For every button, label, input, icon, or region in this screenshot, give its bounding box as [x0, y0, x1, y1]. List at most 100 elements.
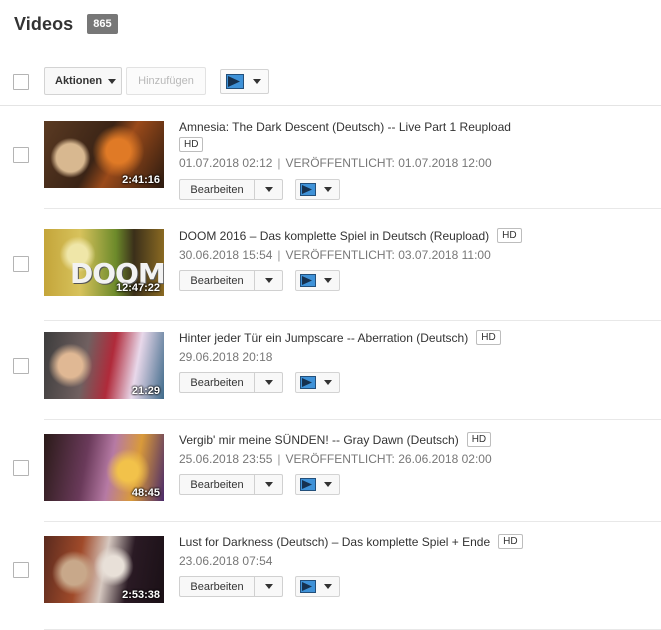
video-title-line: Vergib' mir meine SÜNDEN! -- Gray Dawn (… — [179, 432, 492, 447]
upload-date: 01.07.2018 02:12 — [179, 156, 273, 170]
chevron-down-icon[interactable] — [265, 584, 273, 589]
chevron-down-icon[interactable] — [265, 380, 273, 385]
playlist-add-icon — [300, 376, 316, 389]
add-to-playlist-button[interactable] — [295, 474, 340, 495]
actions-label: Aktionen — [55, 75, 103, 87]
chevron-down-icon[interactable] — [265, 187, 273, 192]
hd-badge: HD — [497, 228, 522, 243]
published-date: VERÖFFENTLICHT: 01.07.2018 12:00 — [285, 156, 492, 170]
upload-date: 25.06.2018 23:55 — [179, 452, 273, 466]
video-row: DOOM 12:47:22 DOOM 2016 – Das komplette … — [0, 214, 661, 321]
add-to-playlist-button[interactable] — [295, 179, 340, 200]
select-all-checkbox[interactable] — [13, 74, 29, 90]
button-divider — [254, 373, 255, 392]
video-row: 21:29 Hinter jeder Tür ein Jumpscare -- … — [0, 318, 661, 420]
video-row: 48:45 Vergib' mir meine SÜNDEN! -- Gray … — [0, 420, 661, 522]
chevron-down-icon[interactable] — [265, 482, 273, 487]
video-thumbnail[interactable]: 48:45 — [44, 434, 164, 501]
hd-badge: HD — [179, 137, 204, 152]
video-thumbnail[interactable]: DOOM 12:47:22 — [44, 229, 164, 296]
video-title-link[interactable]: Lust for Darkness (Deutsch) – Das komple… — [179, 535, 490, 549]
toolbar: Aktionen Hinzufügen — [0, 66, 661, 106]
edit-button[interactable]: Bearbeiten — [179, 179, 283, 200]
button-divider — [254, 180, 255, 199]
playlist-add-icon — [226, 74, 244, 89]
hd-badge: HD — [466, 432, 492, 447]
chevron-down-icon — [324, 278, 332, 283]
page-title: Videos — [14, 13, 74, 34]
video-thumbnail[interactable]: 2:41:16 — [44, 121, 164, 188]
chevron-down-icon — [324, 380, 332, 385]
video-checkbox[interactable] — [13, 256, 29, 272]
playlist-add-icon — [300, 478, 316, 491]
edit-label: Bearbeiten — [190, 183, 244, 196]
video-thumbnail[interactable]: 21:29 — [44, 332, 164, 399]
video-title-line: Hinter jeder Tür ein Jumpscare -- Aberra… — [179, 330, 501, 345]
playlist-dropdown-button[interactable] — [220, 69, 269, 94]
edit-button[interactable]: Bearbeiten — [179, 270, 283, 291]
meta-separator: | — [277, 156, 281, 170]
video-duration: 48:45 — [131, 487, 160, 499]
video-checkbox[interactable] — [13, 147, 29, 163]
edit-label: Bearbeiten — [190, 274, 244, 287]
hd-badge: HD — [498, 534, 523, 549]
edit-button[interactable]: Bearbeiten — [179, 372, 283, 393]
chevron-down-icon — [253, 79, 261, 84]
video-meta: 23.06.2018 07:54 — [179, 554, 272, 568]
published-date: VERÖFFENTLICHT: 26.06.2018 02:00 — [285, 452, 492, 466]
page-header: Videos 865 — [14, 10, 118, 38]
video-row: 2:41:16 Amnesia: The Dark Descent (Deuts… — [0, 107, 661, 209]
video-thumbnail[interactable]: 2:53:38 — [44, 536, 164, 603]
edit-label: Bearbeiten — [190, 580, 244, 593]
video-title-link[interactable]: DOOM 2016 – Das komplette Spiel in Deuts… — [179, 229, 489, 243]
upload-date: 29.06.2018 20:18 — [179, 350, 273, 364]
video-title-link[interactable]: Amnesia: The Dark Descent (Deutsch) -- L… — [179, 120, 511, 134]
button-divider — [254, 271, 255, 290]
chevron-down-icon — [324, 584, 332, 589]
edit-label: Bearbeiten — [190, 478, 244, 491]
video-meta: 25.06.2018 23:55 | VERÖFFENTLICHT: 26.06.2… — [179, 452, 492, 466]
video-meta: 01.07.2018 02:12 | VERÖFFENTLICHT: 01.07.2… — [179, 156, 492, 170]
add-to-playlist-button[interactable] — [295, 372, 340, 393]
hd-badge: HD — [476, 330, 501, 345]
meta-separator: | — [277, 452, 281, 466]
video-title-link[interactable]: Vergib' mir meine SÜNDEN! -- Gray Dawn (… — [179, 433, 459, 447]
edit-button[interactable]: Bearbeiten — [179, 576, 283, 597]
video-checkbox[interactable] — [13, 562, 29, 578]
row-divider — [44, 208, 661, 209]
playlist-add-icon — [300, 183, 316, 196]
video-checkbox[interactable] — [13, 460, 29, 476]
actions-dropdown-button[interactable]: Aktionen — [44, 67, 122, 95]
add-button[interactable]: Hinzufügen — [126, 67, 206, 95]
chevron-down-icon — [324, 187, 332, 192]
add-to-playlist-button[interactable] — [295, 270, 340, 291]
video-row: 2:53:38 Lust for Darkness (Deutsch) – Da… — [0, 522, 661, 630]
add-label: Hinzufügen — [138, 75, 194, 87]
button-divider — [254, 475, 255, 494]
video-title-line: DOOM 2016 – Das komplette Spiel in Deuts… — [179, 228, 522, 243]
published-date: VERÖFFENTLICHT: 03.07.2018 11:00 — [285, 248, 491, 262]
button-divider — [254, 577, 255, 596]
video-duration: 2:41:16 — [122, 174, 160, 186]
playlist-add-icon — [300, 580, 316, 593]
video-title-line: Lust for Darkness (Deutsch) – Das komple… — [179, 534, 523, 549]
video-count-badge: 865 — [87, 14, 118, 34]
video-title-link[interactable]: Hinter jeder Tür ein Jumpscare -- Aberra… — [179, 331, 468, 345]
add-to-playlist-button[interactable] — [295, 576, 340, 597]
chevron-down-icon[interactable] — [265, 278, 273, 283]
video-meta: 29.06.2018 20:18 — [179, 350, 272, 364]
video-duration: 12:47:22 — [115, 282, 160, 294]
video-duration: 2:53:38 — [122, 589, 160, 601]
video-title-line: Amnesia: The Dark Descent (Deutsch) -- L… — [179, 120, 511, 134]
upload-date: 23.06.2018 07:54 — [179, 554, 273, 568]
playlist-add-icon — [300, 274, 316, 287]
video-duration: 21:29 — [131, 385, 160, 397]
video-meta: 30.06.2018 15:54 | VERÖFFENTLICHT: 03.07.2… — [179, 248, 491, 262]
chevron-down-icon — [324, 482, 332, 487]
edit-button[interactable]: Bearbeiten — [179, 474, 283, 495]
video-checkbox[interactable] — [13, 358, 29, 374]
chevron-down-icon — [108, 78, 117, 84]
meta-separator: | — [277, 248, 281, 262]
upload-date: 30.06.2018 15:54 — [179, 248, 273, 262]
edit-label: Bearbeiten — [190, 376, 244, 389]
